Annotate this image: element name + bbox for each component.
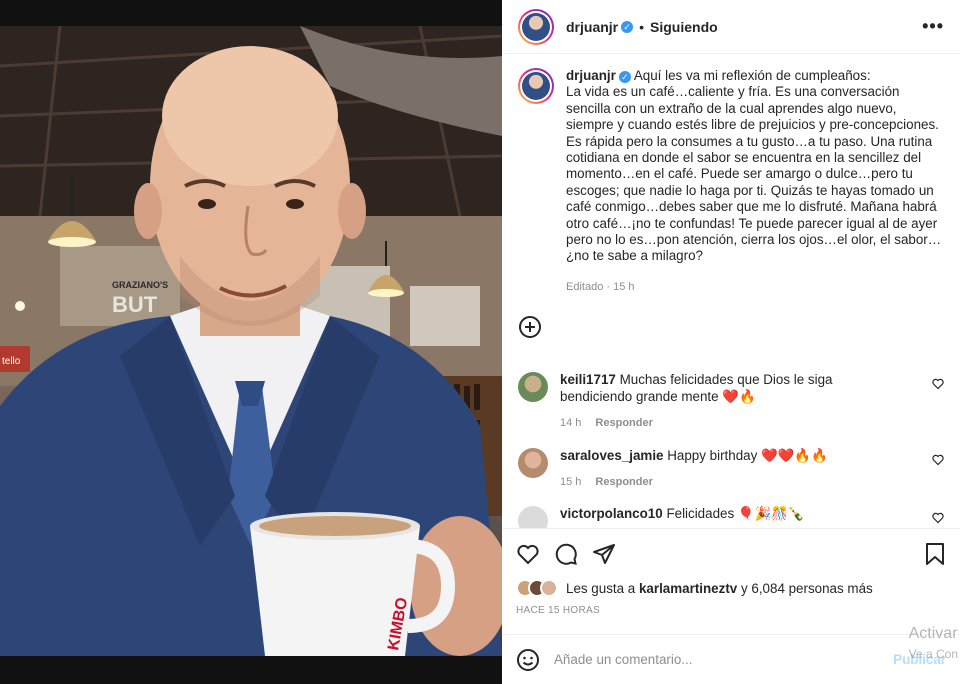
- commenter-avatar[interactable]: [518, 506, 548, 528]
- post-header: drjuanjr ✓ • Siguiendo •••: [502, 0, 960, 54]
- commenter-avatar[interactable]: [518, 447, 548, 478]
- emoji-smiley-icon[interactable]: [516, 648, 540, 672]
- photo-illustration: GRAZIANO'S BUT tello KIMBO: [0, 26, 502, 656]
- comment-item: keili1717 Muchas felicidades que Dios le…: [518, 372, 944, 435]
- post-actions: Les gusta a karlamartineztv y 6,084 pers…: [502, 528, 960, 616]
- following-button[interactable]: Siguiendo: [650, 19, 718, 35]
- caption-author-avatar[interactable]: [518, 68, 554, 104]
- comment-bubble-icon[interactable]: [554, 542, 578, 566]
- author-username[interactable]: drjuanjr: [566, 19, 618, 35]
- reply-button[interactable]: Responder: [595, 417, 652, 429]
- save-bookmark-icon[interactable]: [924, 542, 946, 566]
- likes-prefix: Les gusta a: [566, 580, 636, 596]
- watermark-line1: Activar: [908, 625, 958, 642]
- commenter-username[interactable]: victorpolanco10: [560, 506, 663, 521]
- separator-dot: •: [639, 18, 645, 35]
- commenter-username[interactable]: keili1717: [560, 372, 616, 387]
- comment-item: victorpolanco10 Felicidades 🎈🎉🎊🍾: [518, 506, 944, 528]
- commenter-avatar[interactable]: [518, 372, 548, 403]
- verified-badge-icon: ✓: [618, 71, 631, 83]
- post-sidebar: drjuanjr ✓ • Siguiendo ••• drjuanjr ✓ Aqu…: [502, 0, 960, 684]
- like-comment-heart-icon[interactable]: [932, 454, 944, 466]
- comment-time: 15 h: [560, 475, 582, 488]
- watermark-line2: Ve a Con: [908, 647, 958, 661]
- caption-meta: Editado · 15 h: [566, 280, 635, 293]
- like-heart-icon[interactable]: [516, 542, 540, 566]
- photo-sign-main: BUT: [112, 292, 158, 317]
- reply-button[interactable]: Responder: [595, 476, 652, 488]
- comment-text: Happy birthday ❤️❤️🔥🔥: [667, 447, 828, 463]
- add-comment-input[interactable]: [554, 652, 874, 667]
- comment-item: saraloves_jamie Happy birthday ❤️❤️🔥🔥 15…: [518, 447, 944, 495]
- add-comment-bar: Publicar: [502, 634, 960, 684]
- liker-avatar: [540, 579, 558, 597]
- post-time-ago: HACE 15 HORAS: [516, 605, 600, 616]
- author-avatar[interactable]: [518, 8, 554, 45]
- caption-username[interactable]: drjuanjr: [566, 68, 616, 83]
- likes-user[interactable]: karlamartineztv: [639, 581, 737, 596]
- caption-intro: Aquí les va mi reflexión de cumpleaños:: [633, 68, 871, 83]
- like-comment-heart-icon[interactable]: [932, 512, 944, 524]
- post-caption: drjuanjr ✓ Aquí les va mi reflexión de cu…: [518, 68, 944, 295]
- more-options-icon[interactable]: •••: [922, 16, 944, 37]
- likes-text: Les gusta a karlamartineztv y 6,084 pers…: [566, 581, 873, 596]
- photo-sign-top: GRAZIANO'S: [112, 280, 168, 290]
- caption-text: drjuanjr ✓ Aquí les va mi reflexión de cu…: [566, 68, 944, 295]
- like-comment-heart-icon[interactable]: [932, 378, 944, 390]
- comment-time: 14 h: [560, 417, 582, 430]
- commenter-username[interactable]: saraloves_jamie: [560, 448, 663, 463]
- likes-suffix[interactable]: y 6,084 personas más: [741, 581, 873, 596]
- windows-activation-watermark: Activar Ve a Con: [909, 624, 958, 664]
- post-photo[interactable]: GRAZIANO'S BUT tello KIMBO: [0, 26, 502, 656]
- likes-summary[interactable]: Les gusta a karlamartineztv y 6,084 pers…: [516, 579, 946, 597]
- caption-body: La vida es un café…caliente y fría. Es u…: [566, 84, 942, 264]
- share-paper-plane-icon[interactable]: [592, 542, 616, 566]
- verified-badge-icon: ✓: [621, 20, 634, 33]
- photo-sign-left: tello: [2, 356, 21, 367]
- comment-text: Felicidades 🎈🎉🎊🍾: [666, 506, 805, 522]
- instagram-post-modal: GRAZIANO'S BUT tello KIMBO drjuanjr ✓ • …: [0, 0, 960, 684]
- post-media: GRAZIANO'S BUT tello KIMBO: [0, 0, 502, 684]
- comments-scroll-area[interactable]: drjuanjr ✓ Aquí les va mi reflexión de cu…: [502, 54, 960, 528]
- load-more-comments-icon[interactable]: [518, 315, 542, 339]
